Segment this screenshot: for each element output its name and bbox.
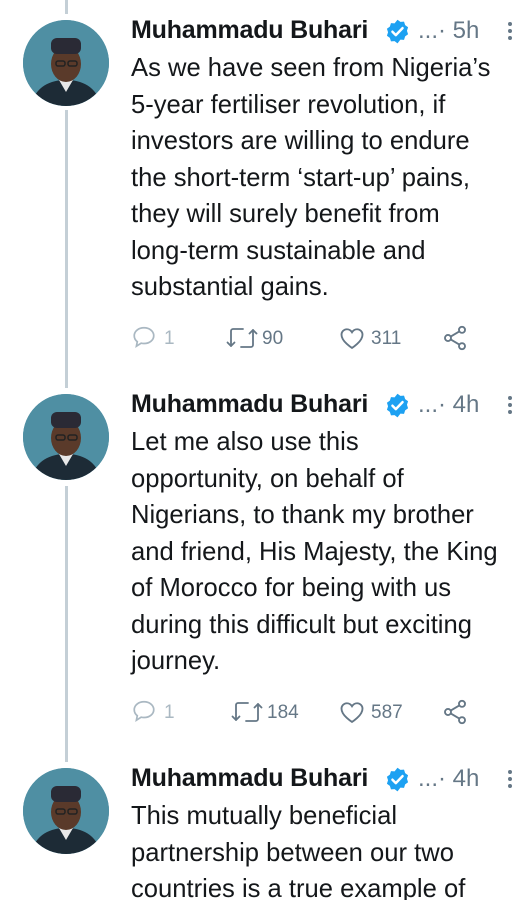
- heart-icon: [340, 328, 364, 350]
- tweet-text: Let me also use this opportunity, on beh…: [131, 428, 498, 675]
- tweet-text: As we have seen from Nigeria’s 5-year fe…: [131, 54, 491, 301]
- timestamp[interactable]: 5h: [453, 17, 480, 44]
- reply-icon: [133, 326, 155, 349]
- ellipsis: ...·: [418, 765, 446, 792]
- tweet-header: Muhammadu Buhari ...· 5h: [131, 14, 531, 54]
- tweet[interactable]: Muhammadu Buhari ...· 4h Let me also use…: [0, 388, 531, 748]
- ellipsis: ...·: [418, 17, 446, 44]
- tweet[interactable]: Muhammadu Buhari ...· 4h This mutually b…: [0, 762, 531, 900]
- profile-photo: [23, 768, 109, 854]
- like-count: 311: [371, 328, 402, 349]
- like-button[interactable]: 311: [338, 324, 418, 354]
- heart-icon: [340, 702, 364, 724]
- more-vertical-icon[interactable]: [503, 16, 517, 46]
- ellipsis: ...·: [418, 391, 446, 418]
- share-icon: [444, 699, 466, 725]
- reply-button[interactable]: 1: [131, 324, 191, 354]
- author-name[interactable]: Muhammadu Buhari: [131, 390, 368, 419]
- tweet-meta: ...· 4h: [418, 391, 479, 419]
- profile-photo: [23, 20, 109, 106]
- retweet-icon: [226, 328, 258, 348]
- retweet-count: 184: [267, 702, 299, 723]
- timestamp[interactable]: 4h: [453, 391, 480, 418]
- tweet-actions: 1 184 587: [131, 698, 491, 728]
- share-button[interactable]: [441, 698, 471, 728]
- avatar[interactable]: [23, 20, 109, 106]
- reply-count: 1: [164, 328, 175, 349]
- share-icon: [444, 325, 466, 351]
- more-vertical-icon[interactable]: [503, 764, 517, 794]
- timestamp[interactable]: 4h: [453, 765, 480, 792]
- more-vertical-icon[interactable]: [503, 390, 517, 420]
- retweet-button[interactable]: 90: [226, 324, 296, 354]
- avatar[interactable]: [23, 394, 109, 480]
- share-button[interactable]: [441, 324, 471, 354]
- thread-line: [65, 0, 68, 14]
- tweet-meta: ...· 5h: [418, 17, 479, 45]
- like-count: 587: [371, 702, 403, 723]
- tweet-header: Muhammadu Buhari ...· 4h: [131, 388, 531, 428]
- tweet-meta: ...· 4h: [418, 765, 479, 793]
- verified-badge-icon: [386, 393, 409, 418]
- profile-photo: [23, 394, 109, 480]
- retweet-icon: [231, 702, 263, 722]
- tweet-header: Muhammadu Buhari ...· 4h: [131, 762, 531, 802]
- tweet-actions: 1 90 311: [131, 324, 491, 354]
- verified-badge-icon: [386, 767, 409, 792]
- reply-count: 1: [164, 702, 175, 723]
- tweet[interactable]: Muhammadu Buhari ...· 5h As we have seen…: [0, 14, 531, 374]
- tweet-text: This mutually beneficial partnership bet…: [131, 802, 466, 900]
- author-name[interactable]: Muhammadu Buhari: [131, 764, 368, 793]
- retweet-button[interactable]: 184: [231, 698, 311, 728]
- reply-icon: [133, 700, 155, 723]
- verified-badge-icon: [386, 19, 409, 44]
- avatar[interactable]: [23, 768, 109, 854]
- author-name[interactable]: Muhammadu Buhari: [131, 16, 368, 45]
- like-button[interactable]: 587: [338, 698, 418, 728]
- retweet-count: 90: [262, 328, 284, 349]
- reply-button[interactable]: 1: [131, 698, 191, 728]
